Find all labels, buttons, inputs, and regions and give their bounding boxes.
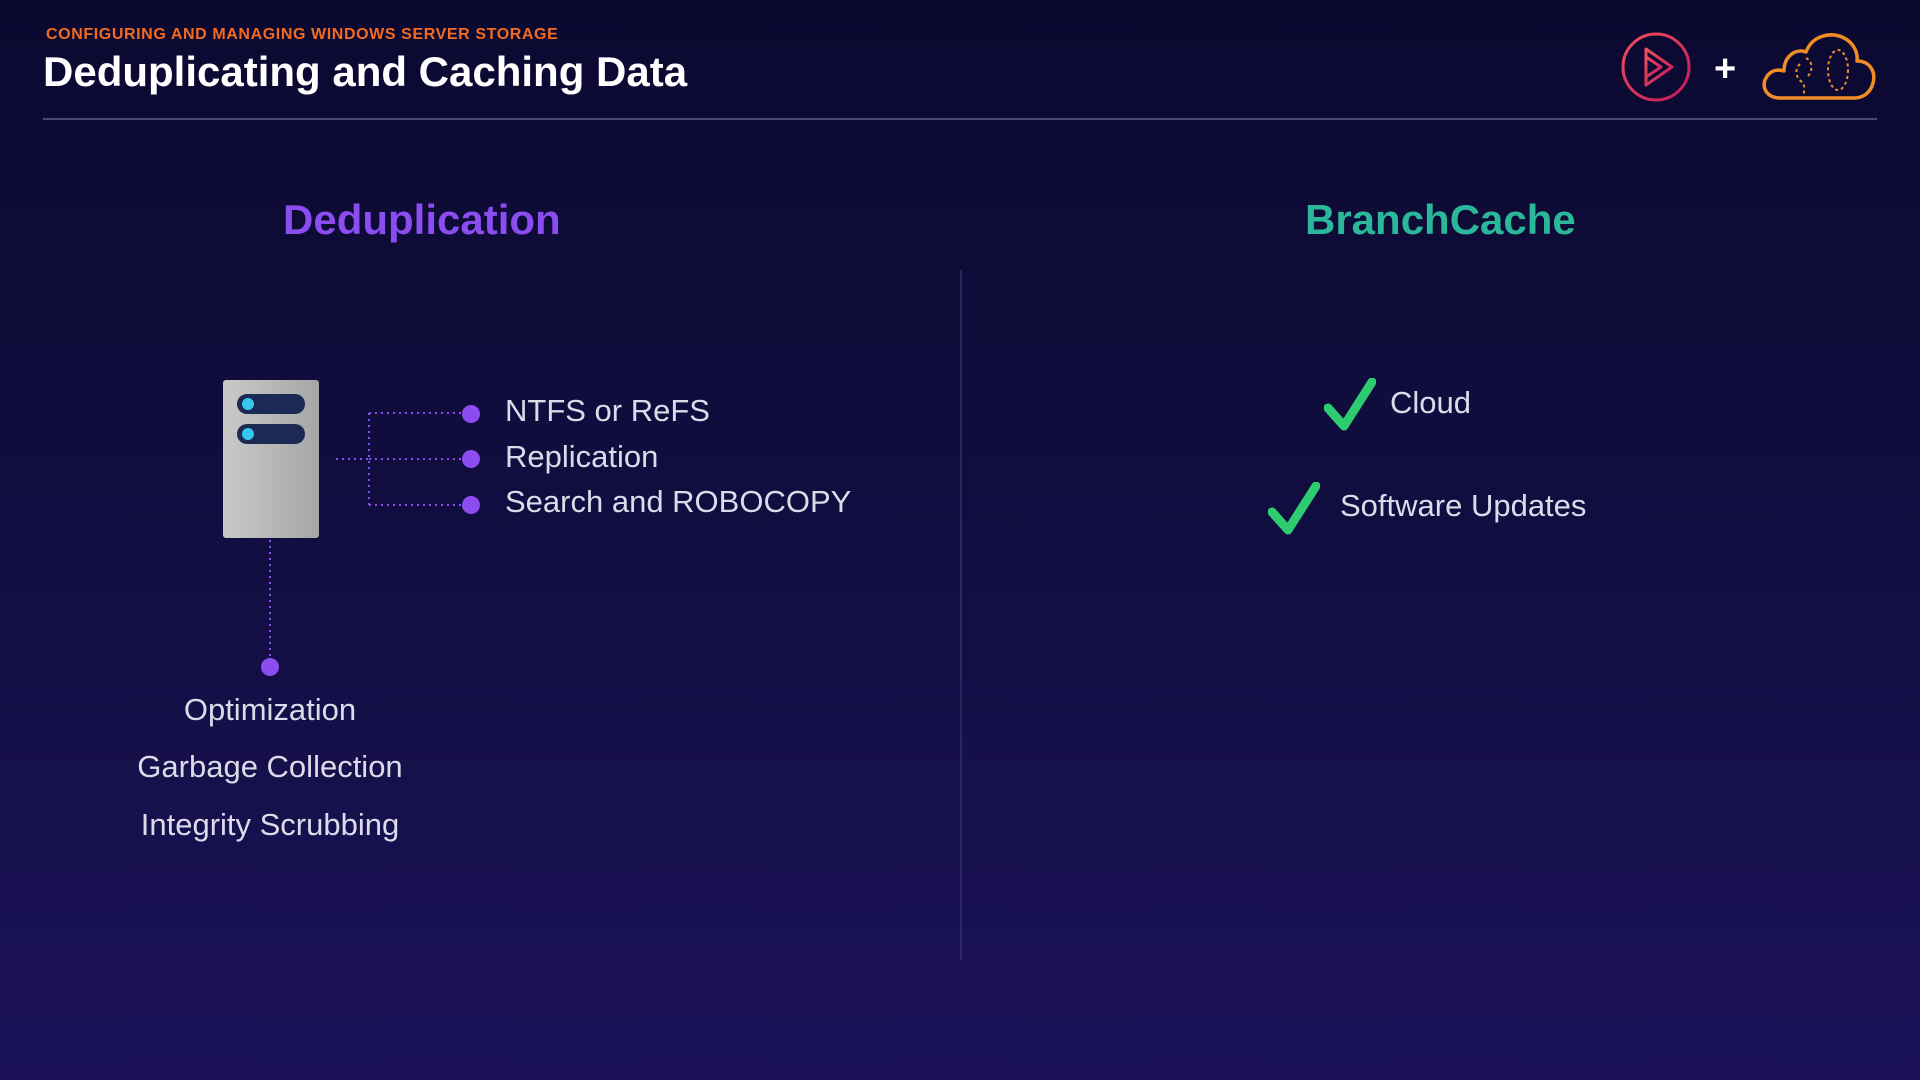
bullet-dot: [261, 658, 279, 676]
task-optimization: Optimization: [183, 692, 357, 727]
dedup-connector-lines: [261, 405, 480, 676]
task-integrity-scrubbing: Integrity Scrubbing: [140, 807, 400, 842]
check-icon: [1324, 378, 1376, 431]
check-icon: [1268, 482, 1320, 535]
drive-bay: [237, 394, 305, 414]
bullet-dot: [462, 405, 480, 423]
status-led: [242, 428, 254, 440]
task-garbage-collection: Garbage Collection: [137, 749, 403, 784]
feature-search-robocopy: Search and ROBOCOPY: [505, 484, 852, 519]
feature-replication: Replication: [505, 439, 659, 474]
server-icon: [223, 380, 319, 538]
plus-sign: +: [1714, 48, 1737, 90]
status-led: [242, 398, 254, 410]
cloud-logo-icon: [1762, 33, 1876, 100]
drive-bay: [237, 424, 305, 444]
bullet-dot: [462, 450, 480, 468]
branchcache-item-software-updates: Software Updates: [1340, 488, 1587, 523]
branchcache-item-cloud: Cloud: [1390, 385, 1471, 420]
branchcache-heading: BranchCache: [1305, 196, 1576, 243]
bullet-dot: [462, 496, 480, 514]
play-logo-icon: [1621, 32, 1691, 102]
feature-ntfs-refs: NTFS or ReFS: [505, 393, 710, 428]
